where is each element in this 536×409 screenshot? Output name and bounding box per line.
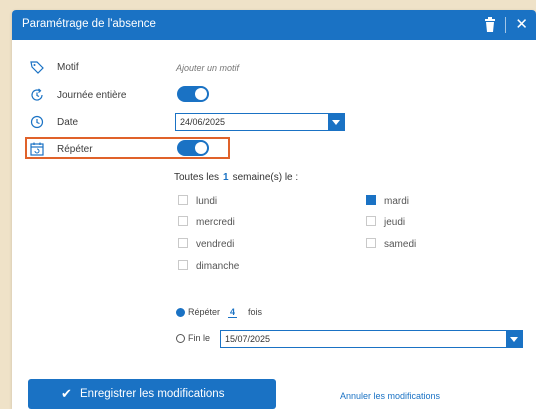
tag-icon bbox=[30, 61, 44, 74]
repeter-toggle[interactable] bbox=[177, 140, 209, 156]
dialog-title: Paramétrage de l'absence bbox=[22, 18, 156, 30]
repeat-count-radio[interactable] bbox=[176, 308, 185, 317]
checkbox-icon[interactable] bbox=[178, 260, 188, 270]
recurrence-interval-line: Toutes les 1 semaine(s) le : bbox=[174, 172, 298, 183]
repeat-unit-label: fois bbox=[248, 307, 263, 317]
journee-entiere-label: Journée entière bbox=[57, 90, 127, 101]
repeat-count-label: Répéter bbox=[188, 307, 221, 317]
end-date-picker[interactable]: 15/07/2025 bbox=[220, 330, 523, 348]
titlebar-separator bbox=[505, 17, 506, 33]
day-label: mercredi bbox=[196, 217, 235, 228]
interval-suffix: semaine(s) le : bbox=[232, 172, 299, 183]
checkbox-icon[interactable] bbox=[178, 216, 188, 226]
motif-label: Motif bbox=[57, 62, 79, 73]
day-checkbox-samedi[interactable]: samedi bbox=[366, 238, 416, 250]
end-date-radio[interactable] bbox=[176, 334, 185, 343]
dialog-titlebar: Paramétrage de l'absence ✕ bbox=[12, 10, 536, 40]
end-date-value: 15/07/2025 bbox=[225, 334, 271, 344]
day-checkbox-lundi[interactable]: lundi bbox=[178, 195, 217, 207]
day-checkbox-vendredi[interactable]: vendredi bbox=[178, 238, 234, 250]
chevron-down-icon[interactable] bbox=[506, 331, 522, 347]
date-label: Date bbox=[57, 117, 79, 128]
repeter-label: Répéter bbox=[57, 144, 93, 155]
close-icon[interactable]: ✕ bbox=[515, 15, 528, 33]
day-label: lundi bbox=[196, 196, 218, 207]
day-checkbox-jeudi[interactable]: jeudi bbox=[366, 216, 405, 228]
interval-prefix: Toutes les bbox=[174, 172, 220, 183]
day-label: vendredi bbox=[196, 239, 235, 250]
clock-icon bbox=[30, 115, 44, 129]
date-value: 24/06/2025 bbox=[180, 117, 226, 127]
clock-refresh-icon bbox=[31, 88, 43, 101]
motif-input[interactable]: Ajouter un motif bbox=[176, 63, 239, 73]
checkbox-checked-icon[interactable] bbox=[366, 195, 376, 205]
checkbox-icon[interactable] bbox=[366, 238, 376, 248]
repeat-count-input[interactable]: 4 bbox=[228, 307, 238, 318]
chevron-down-icon[interactable] bbox=[328, 114, 344, 130]
day-checkbox-dimanche[interactable]: dimanche bbox=[178, 260, 239, 272]
absence-settings-dialog: Paramétrage de l'absence ✕ Motif Ajouter… bbox=[12, 10, 536, 409]
save-button[interactable]: ✔ Enregistrer les modifications bbox=[28, 379, 276, 409]
day-label: samedi bbox=[384, 239, 417, 250]
date-picker[interactable]: 24/06/2025 bbox=[175, 113, 345, 131]
trash-icon[interactable] bbox=[484, 17, 496, 33]
cancel-link[interactable]: Annuler les modifications bbox=[340, 391, 440, 401]
save-button-label: Enregistrer les modifications bbox=[80, 388, 225, 400]
journee-entiere-toggle[interactable] bbox=[177, 86, 209, 102]
interval-value[interactable]: 1 bbox=[223, 172, 229, 183]
end-date-label: Fin le bbox=[188, 333, 211, 343]
day-label: mardi bbox=[384, 196, 410, 207]
calendar-repeat-icon bbox=[30, 142, 44, 156]
checkbox-icon[interactable] bbox=[178, 195, 188, 205]
checkbox-icon[interactable] bbox=[178, 238, 188, 248]
check-icon: ✔ bbox=[61, 386, 72, 401]
day-checkbox-mercredi[interactable]: mercredi bbox=[178, 216, 235, 228]
day-label: dimanche bbox=[196, 261, 240, 272]
day-label: jeudi bbox=[384, 217, 406, 228]
toggle-knob bbox=[195, 142, 207, 154]
toggle-knob bbox=[195, 88, 207, 100]
day-checkbox-mardi[interactable]: mardi bbox=[366, 195, 409, 207]
checkbox-icon[interactable] bbox=[366, 216, 376, 226]
